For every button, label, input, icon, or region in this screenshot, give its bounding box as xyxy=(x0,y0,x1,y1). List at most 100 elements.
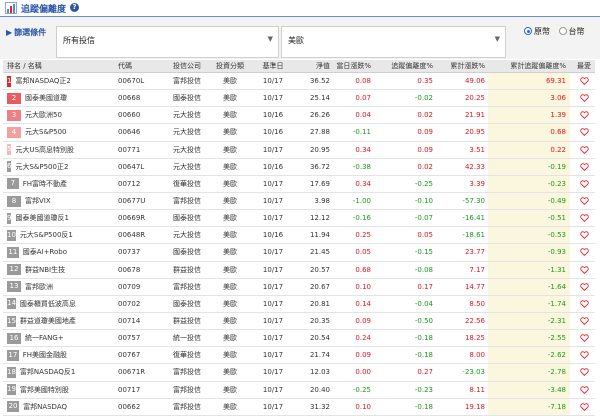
heart-icon[interactable] xyxy=(579,231,589,240)
col-deviation[interactable]: 追蹤偏離度% xyxy=(375,60,433,72)
table-row[interactable]: 19 富邦美國特別股 00717 富邦投信 美歐 10/17 20.40 -0.25 -0.23… xyxy=(3,381,595,399)
help-icon[interactable]: ? xyxy=(70,3,79,12)
heart-icon[interactable] xyxy=(579,351,589,360)
favorite-cell[interactable] xyxy=(573,142,595,158)
favorite-cell[interactable] xyxy=(573,262,595,278)
radio-selected-icon[interactable] xyxy=(524,27,532,35)
fund-name[interactable]: 富邦美國特別股 xyxy=(20,385,69,395)
table-row[interactable]: 10 元大S&P500反1 00648R 元大投信 美歐 10/16 11.94 0.25 0.… xyxy=(3,227,595,245)
fund-name[interactable]: 富邦NASDAQ正2 xyxy=(15,76,70,86)
table-row[interactable]: 1 富邦NASDAQ正2 00670L 富邦投信 美歐 10/17 36.52 0.08 0.3… xyxy=(3,73,595,91)
favorite-cell[interactable] xyxy=(573,296,595,312)
table-row[interactable]: 15 群益道瓊美國地產 00714 群益投信 美歐 10/17 20.35 0.09 -0.50… xyxy=(3,312,595,331)
favorite-cell[interactable] xyxy=(573,159,595,175)
favorite-cell[interactable] xyxy=(573,399,595,415)
table-row[interactable]: 20 富邦NASDAQ 00662 富邦投信 美歐 10/17 31.32 0.10 -0.18… xyxy=(3,398,595,416)
table-row[interactable]: 9 國泰美國道瓊反1 00669R 國泰投信 美歐 10/17 12.12 -0.16 -0.0… xyxy=(3,210,595,228)
table-row[interactable]: 14 國泰櫃買低波高息 00702 國泰投信 美歐 10/17 20.81 0.14 -0.04… xyxy=(3,295,595,313)
favorite-cell[interactable] xyxy=(573,279,595,295)
rank-name-cell[interactable]: 3 元大歐洲50 xyxy=(7,107,67,123)
heart-icon[interactable] xyxy=(579,77,589,86)
heart-icon[interactable] xyxy=(579,111,589,120)
favorite-cell[interactable] xyxy=(573,193,595,209)
heart-icon[interactable] xyxy=(579,94,589,103)
fund-name[interactable]: 富邦歐洲 xyxy=(25,282,53,292)
heart-icon[interactable] xyxy=(579,197,589,206)
fund-name[interactable]: 群益道瓊美國地產 xyxy=(20,316,76,326)
rank-name-cell[interactable]: 12 群益NBI生技 xyxy=(7,262,67,278)
table-row[interactable]: 3 元大歐洲50 00660 元大投信 美歐 10/16 26.26 0.04 0.02 21.9… xyxy=(3,107,595,125)
rank-name-cell[interactable]: 16 統一FANG+ xyxy=(7,330,67,346)
heart-icon[interactable] xyxy=(579,214,589,223)
favorite-cell[interactable] xyxy=(573,382,595,398)
col-type[interactable]: 投資分類 xyxy=(208,60,252,72)
table-row[interactable]: 4 元大S&P500 00646 元大投信 美歐 10/16 27.88 -0.11 0.09 2… xyxy=(3,124,595,142)
rank-name-cell[interactable]: 17 FH美國金融股 xyxy=(7,347,67,363)
heart-icon[interactable] xyxy=(579,317,589,326)
favorite-cell[interactable] xyxy=(573,330,595,346)
table-row[interactable]: 16 統一FANG+ 00757 統一投信 美歐 10/17 20.54 0.24 -0.18 1… xyxy=(3,330,595,348)
table-row[interactable]: 12 群益NBI生技 00678 群益投信 美歐 10/17 20.57 0.68 -0.08 7… xyxy=(3,261,595,279)
col-rank-name[interactable]: 排名 / 名稱 xyxy=(7,60,67,72)
favorite-cell[interactable] xyxy=(573,73,595,89)
rank-name-cell[interactable]: 9 國泰美國道瓊反1 xyxy=(7,210,69,226)
table-row[interactable]: 2 國泰美國道瓊 00668 國泰投信 美歐 10/17 25.14 0.07 -0.02 20.… xyxy=(3,90,595,108)
fund-name[interactable]: 元大歐洲50 xyxy=(25,110,62,120)
favorite-cell[interactable] xyxy=(573,227,595,243)
table-row[interactable]: 6 元大S&P500正2 00647L 元大投信 美歐 10/16 36.72 -0.38 0.… xyxy=(3,158,595,176)
fund-name[interactable]: 元大S&P500正2 xyxy=(15,162,68,172)
favorite-cell[interactable] xyxy=(573,313,595,329)
fund-name[interactable]: 富邦VIX xyxy=(25,196,51,206)
heart-icon[interactable] xyxy=(579,180,589,188)
heart-icon[interactable] xyxy=(579,385,589,394)
rank-name-cell[interactable]: 14 國泰櫃買低波高息 xyxy=(7,296,76,312)
heart-icon[interactable] xyxy=(579,248,589,257)
rank-name-cell[interactable]: 11 國泰AI+Robo xyxy=(7,244,67,260)
rank-name-cell[interactable]: 10 元大S&P500反1 xyxy=(7,227,73,243)
table-row[interactable]: 17 FH美國金融股 00767 復華投信 美歐 10/17 21.74 0.09 -0.18 8… xyxy=(3,347,595,365)
category-select[interactable]: 美歐 ▼ xyxy=(281,26,506,58)
table-row[interactable]: 18 富邦NASDAQ反1 00671R 富邦投信 美歐 10/17 12.03 0.00 0.… xyxy=(3,364,595,382)
heart-icon[interactable] xyxy=(579,300,589,308)
heart-icon[interactable] xyxy=(579,368,589,377)
heart-icon[interactable] xyxy=(579,265,589,274)
company-select[interactable]: 所有投信 ▼ xyxy=(56,26,279,58)
heart-icon[interactable] xyxy=(579,334,589,343)
rank-name-cell[interactable]: 13 富邦歐洲 xyxy=(7,279,67,295)
col-company[interactable]: 投信公司 xyxy=(168,60,206,72)
favorite-cell[interactable] xyxy=(573,244,595,260)
rank-name-cell[interactable]: 7 FH富時不動產 xyxy=(7,176,67,192)
fund-name[interactable]: 元大US高息特別股 xyxy=(15,145,74,155)
favorite-cell[interactable] xyxy=(573,107,595,123)
table-row[interactable]: 8 富邦VIX 00677U 富邦投信 美歐 10/17 3.98 -1.00 -0.10 -57… xyxy=(3,192,595,211)
heart-icon[interactable] xyxy=(579,128,589,137)
col-code[interactable]: 代碼 xyxy=(118,60,168,72)
fund-name[interactable]: 國泰AI+Robo xyxy=(23,247,67,257)
currency-radio-original[interactable]: 原幣 xyxy=(524,26,550,37)
fund-name[interactable]: 群益NBI生技 xyxy=(25,265,65,275)
fund-name[interactable]: 國泰美國道瓊反1 xyxy=(15,213,68,223)
fund-name[interactable]: 元大S&P500 xyxy=(25,127,66,137)
rank-name-cell[interactable]: 20 富邦NASDAQ xyxy=(7,399,67,415)
col-cum-change[interactable]: 累計漲跌% xyxy=(435,60,485,72)
table-row[interactable]: 11 國泰AI+Robo 00737 國泰投信 美歐 10/17 21.45 0.05 -0.1… xyxy=(3,244,595,262)
heart-icon[interactable] xyxy=(579,403,589,411)
heart-icon[interactable] xyxy=(579,283,589,291)
radio-empty-icon[interactable] xyxy=(558,27,567,35)
rank-name-cell[interactable]: 6 元大S&P500正2 xyxy=(7,159,68,175)
rank-name-cell[interactable]: 5 元大US高息特別股 xyxy=(7,142,74,158)
col-cum-deviation[interactable]: 累計追蹤偏離度% xyxy=(488,60,570,72)
rank-name-cell[interactable]: 4 元大S&P500 xyxy=(7,124,67,140)
fund-name[interactable]: 富邦NASDAQ xyxy=(23,402,67,412)
favorite-cell[interactable] xyxy=(573,90,595,106)
table-row[interactable]: 7 FH富時不動產 00712 復華投信 美歐 10/17 17.69 0.34 -0.25 3.… xyxy=(3,175,595,193)
table-row[interactable]: 5 元大US高息特別股 00771 元大投信 美歐 10/17 20.95 0.34 0.09 3… xyxy=(3,141,595,159)
favorite-cell[interactable] xyxy=(573,124,595,140)
fund-name[interactable]: FH美國金融股 xyxy=(23,350,67,360)
currency-radio-twd[interactable]: 台幣 xyxy=(558,26,585,37)
fund-name[interactable]: FH富時不動產 xyxy=(23,179,67,189)
favorite-cell[interactable] xyxy=(573,364,595,380)
heart-icon[interactable] xyxy=(579,145,589,154)
fund-name[interactable]: 元大S&P500反1 xyxy=(20,230,73,240)
fund-name[interactable]: 國泰美國道瓊 xyxy=(25,93,67,103)
